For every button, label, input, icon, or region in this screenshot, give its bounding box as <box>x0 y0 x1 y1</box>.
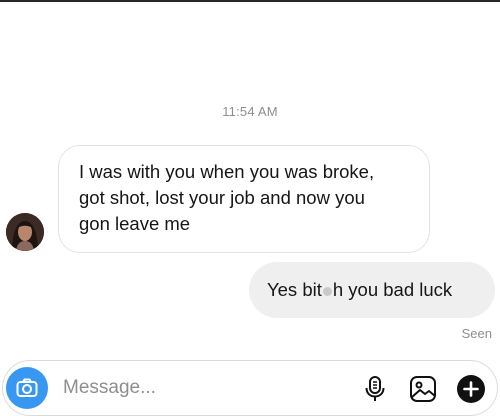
message-line: gon leave me <box>79 213 191 234</box>
message-input[interactable] <box>63 375 343 401</box>
plus-icon <box>457 375 485 403</box>
message-line: got shot, lost your job and now you <box>79 187 365 208</box>
top-divider <box>0 0 500 2</box>
message-timestamp: 11:54 AM <box>222 104 278 119</box>
avatar[interactable] <box>6 213 44 251</box>
message-text-end: h you bad luck <box>332 279 453 300</box>
more-button[interactable] <box>455 373 487 405</box>
image-icon <box>410 376 436 402</box>
message-line: I was with you when you was broke, <box>79 161 375 182</box>
microphone-icon <box>365 376 385 401</box>
camera-button[interactable] <box>6 367 48 409</box>
avatar-image <box>6 213 44 251</box>
censor-dot <box>322 286 332 296</box>
voice-button[interactable] <box>359 373 391 405</box>
camera-icon <box>16 378 38 397</box>
message-text-start: Yes bit <box>267 279 322 300</box>
gallery-button[interactable] <box>407 373 439 405</box>
message-composer <box>2 360 498 416</box>
seen-receipt: Seen <box>461 326 492 341</box>
outgoing-message-bubble[interactable]: Yes bit h you bad luck <box>249 262 495 318</box>
incoming-message-bubble[interactable]: I was with you when you was broke, got s… <box>58 145 430 253</box>
